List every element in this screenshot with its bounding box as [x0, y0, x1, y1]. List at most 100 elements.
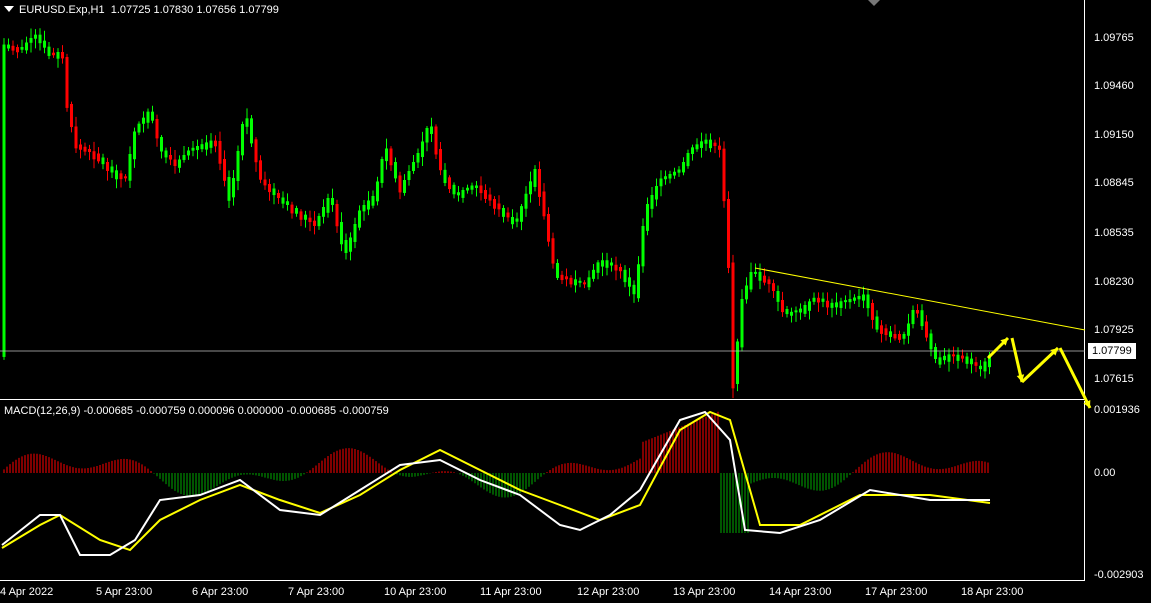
candle-body	[574, 279, 577, 286]
candle-body	[304, 214, 307, 220]
candle-body	[835, 302, 838, 308]
candle-body	[439, 149, 442, 171]
candle-body	[758, 271, 762, 281]
candle-body	[407, 171, 411, 181]
candle-body	[866, 294, 870, 309]
candle-body	[524, 193, 528, 209]
candle-body	[916, 310, 919, 314]
candle-body	[434, 126, 438, 155]
candle-body	[808, 301, 811, 311]
candle-body	[7, 44, 10, 49]
candle-body	[169, 155, 172, 160]
candle-body	[209, 140, 213, 148]
macd-axis-label: -0.002903	[1094, 569, 1144, 581]
candle-body	[605, 260, 609, 268]
candle-body	[592, 269, 595, 279]
candle-body	[493, 199, 496, 209]
candle-body	[781, 300, 784, 313]
candle-body	[245, 118, 249, 127]
time-axis-label: 7 Apr 23:00	[288, 586, 345, 598]
candle-body	[286, 201, 289, 205]
candle-body	[196, 146, 199, 151]
candle-body	[254, 139, 258, 163]
price-axis-label: 1.07615	[1094, 373, 1134, 385]
candle-body	[898, 334, 901, 340]
candle-body	[290, 204, 294, 214]
candle-body	[47, 46, 51, 56]
candle-body	[736, 341, 739, 385]
candle-body	[128, 154, 132, 181]
candle-body	[551, 238, 555, 264]
candle-body	[259, 160, 262, 180]
candle-body	[182, 155, 186, 160]
candle-body	[470, 185, 474, 190]
candle-body	[340, 222, 343, 245]
candle-body	[295, 208, 298, 214]
candle-body	[542, 191, 546, 217]
candle-body	[191, 147, 195, 151]
candle-body	[371, 196, 375, 206]
time-axis-label: 4 Apr 2022	[0, 586, 54, 598]
candle-body	[929, 333, 933, 350]
candle-body	[335, 204, 339, 227]
candle-body	[925, 321, 928, 338]
candle-body	[821, 298, 825, 302]
candle-body	[587, 277, 591, 288]
candle-body	[223, 159, 226, 181]
price-axis-label: 1.09765	[1094, 32, 1134, 44]
chart-canvas[interactable]	[0, 0, 1151, 603]
forecast-arrow	[1020, 346, 1060, 384]
candle-body	[92, 151, 96, 160]
candle-body	[187, 150, 190, 156]
candle-body	[749, 272, 753, 290]
candle-body	[668, 174, 672, 179]
candle-body	[812, 297, 816, 302]
candle-body	[299, 211, 303, 220]
candle-body	[754, 271, 757, 274]
candle-body	[938, 357, 942, 365]
candle-body	[34, 34, 37, 39]
candle-body	[857, 296, 861, 300]
candle-body	[173, 159, 177, 167]
candle-body	[934, 347, 937, 359]
candle-body	[443, 169, 447, 184]
candle-body	[794, 310, 798, 313]
candle-body	[803, 305, 807, 314]
candle-body	[43, 40, 46, 48]
candle-body	[452, 184, 456, 195]
candle-body	[848, 299, 852, 303]
candle-body	[965, 356, 969, 364]
candle-body	[700, 141, 703, 148]
candle-body	[484, 190, 487, 199]
candle-body	[691, 147, 694, 154]
candle-body	[799, 308, 802, 313]
candle-body	[884, 328, 888, 336]
candle-body	[214, 140, 217, 147]
candle-body	[236, 151, 240, 182]
candle-body	[52, 52, 55, 56]
candle-body	[83, 146, 87, 152]
candle-body	[902, 334, 906, 339]
candle-body	[632, 284, 636, 295]
candle-body	[205, 142, 208, 150]
candle-body	[281, 197, 285, 204]
candle-body	[709, 139, 712, 149]
candle-body	[200, 144, 204, 150]
candle-body	[686, 153, 690, 167]
candle-body	[722, 148, 726, 202]
candle-body	[664, 176, 667, 180]
candle-body	[25, 42, 28, 51]
candle-body	[520, 206, 523, 222]
candle-body	[839, 301, 843, 308]
candle-body	[448, 177, 451, 190]
candle-body	[529, 181, 532, 195]
candle-body	[106, 162, 109, 171]
candle-body	[425, 128, 429, 143]
candle-body	[412, 162, 415, 172]
candle-body	[772, 283, 775, 292]
candle-body	[79, 144, 82, 150]
candle-body	[628, 277, 631, 287]
candle-body	[101, 157, 105, 165]
candle-body	[115, 170, 118, 180]
candle-body	[650, 195, 654, 209]
